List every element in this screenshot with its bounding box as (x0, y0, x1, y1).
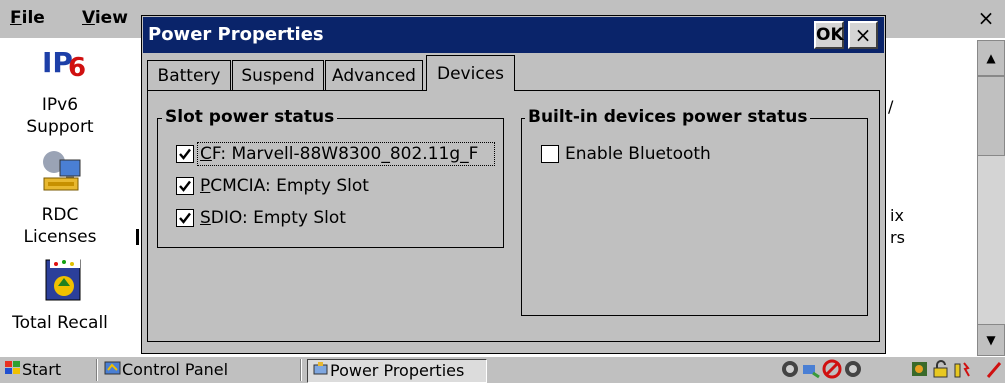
taskbar-power-properties[interactable]: Power Properties (307, 359, 487, 383)
total-recall-icon[interactable] (42, 256, 86, 309)
power-properties-icon (312, 361, 330, 383)
menu-file[interactable]: File (10, 8, 45, 28)
battery-icon[interactable] (952, 359, 972, 384)
focus-rectangle (197, 142, 495, 166)
partial-text: rs (890, 228, 905, 247)
globe-icon[interactable] (843, 359, 863, 384)
partial-text: / (888, 97, 894, 116)
close-button[interactable]: × (848, 21, 878, 49)
partial-mark (136, 229, 139, 245)
power-properties-label: Power Properties (330, 361, 465, 380)
connection-icon[interactable] (801, 359, 821, 384)
scroll-thumb[interactable] (977, 76, 1005, 156)
cf-checkbox[interactable] (176, 145, 194, 163)
ok-button[interactable]: OK (814, 21, 844, 49)
ipv6-label: IPv6 Support (26, 95, 94, 137)
partial-text: ix (890, 206, 904, 225)
taskbar-separator (96, 359, 98, 381)
bluetooth-checkbox[interactable] (541, 145, 559, 163)
sdio-label: SDIO: Empty Slot (200, 208, 346, 228)
bluetooth-label: Enable Bluetooth (565, 144, 711, 164)
tab-battery[interactable]: Battery (147, 60, 231, 90)
pcmcia-checkbox[interactable] (176, 177, 194, 195)
active-tab-joint (427, 89, 514, 92)
rdc-icon[interactable] (38, 148, 86, 201)
total-recall-label: Total Recall (12, 313, 108, 333)
tab-suspend[interactable]: Suspend (232, 60, 324, 90)
taskbar-separator (300, 359, 302, 381)
scroll-up-icon[interactable]: ▲ (977, 40, 1005, 76)
pcmcia-label: PCMCIA: Empty Slot (200, 176, 369, 196)
checkbox-row-bluetooth[interactable]: Enable Bluetooth (541, 142, 711, 166)
rdc-label: RDC Licenses (23, 205, 97, 247)
start-button[interactable]: Start (4, 359, 61, 383)
tab-devices[interactable]: Devices (426, 55, 515, 91)
control-panel-label: Control Panel (122, 360, 229, 379)
no-signal-icon[interactable] (822, 359, 842, 384)
windows-flag-icon (4, 360, 22, 382)
control-panel-icon (104, 360, 122, 382)
lock-icon[interactable] (931, 359, 951, 384)
sdio-checkbox[interactable] (176, 209, 194, 227)
svg-text:6: 6 (68, 53, 86, 82)
tab-advanced[interactable]: Advanced (325, 60, 423, 90)
slot-power-title: Slot power status (162, 107, 338, 127)
start-label: Start (22, 360, 62, 379)
checkbox-row-sdio[interactable]: SDIO: Empty Slot (176, 206, 346, 230)
network-icon[interactable] (780, 359, 800, 384)
ipv6-icon[interactable]: IP 6 (40, 42, 86, 87)
builtin-power-title: Built-in devices power status (525, 107, 811, 127)
background-close-button[interactable]: × (972, 4, 1000, 34)
checkbox-row-pcmcia[interactable]: PCMCIA: Empty Slot (176, 174, 369, 198)
dialog-title: Power Properties (148, 24, 324, 45)
scroll-down-icon[interactable]: ▼ (977, 324, 1005, 356)
pen-icon[interactable] (984, 359, 1004, 384)
taskbar-control-panel[interactable]: Control Panel (104, 359, 228, 383)
app-tray-icon[interactable] (910, 359, 930, 384)
menu-view[interactable]: View (82, 8, 128, 28)
